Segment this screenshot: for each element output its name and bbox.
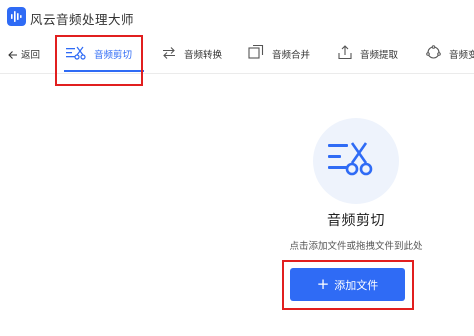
page-title: 音频剪切 (327, 213, 385, 229)
extract-icon (338, 44, 352, 64)
convert-icon (162, 45, 176, 64)
voice-change-icon (426, 44, 441, 64)
tab-voice-change[interactable]: 音频变 (426, 43, 474, 65)
back-button[interactable]: 返回 (8, 46, 40, 62)
tab-label: 音频变 (449, 50, 474, 61)
tab-label: 音频转换 (184, 50, 223, 61)
audio-cut-icon (328, 140, 374, 184)
highlight-box-tab (55, 35, 143, 86)
app-title: 风云音频处理大师 (30, 12, 135, 27)
tab-audio-convert[interactable]: 音频转换 (162, 43, 222, 65)
tab-audio-extract[interactable]: 音频提取 (338, 43, 398, 65)
back-label: 返回 (21, 50, 41, 61)
title-bar: 风云音频处理大师 (0, 0, 474, 34)
arrow-left-icon (8, 45, 18, 64)
tab-label: 音频提取 (360, 50, 399, 61)
drop-hint: 点击添加文件或拖拽文件到此处 (289, 241, 423, 252)
app-logo-icon (7, 7, 26, 26)
tab-label: 音频合并 (272, 50, 311, 61)
highlight-box-button (282, 260, 414, 310)
tab-audio-merge[interactable]: 音频合并 (248, 43, 310, 65)
merge-icon (248, 44, 264, 64)
